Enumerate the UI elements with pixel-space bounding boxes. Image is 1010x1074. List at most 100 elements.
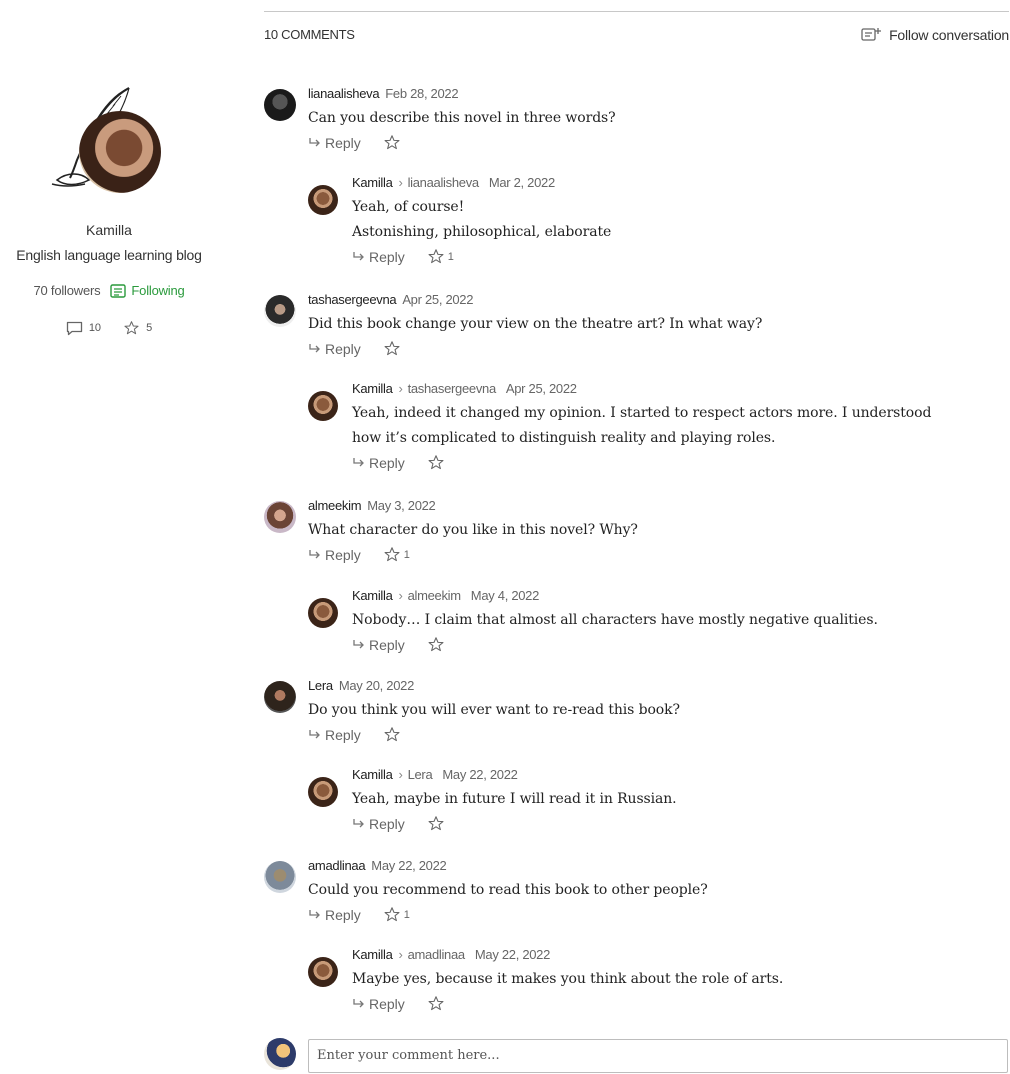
reply-button[interactable]: Reply bbox=[352, 455, 405, 471]
reply-button[interactable]: Reply bbox=[308, 907, 361, 923]
reply-arrow-icon: › bbox=[398, 381, 403, 396]
blog-sidebar: Kamilla English language learning blog 7… bbox=[0, 80, 218, 336]
comment-date[interactable]: Apr 25, 2022 bbox=[402, 292, 473, 307]
star-icon bbox=[384, 341, 400, 356]
reply-button[interactable]: Reply bbox=[308, 135, 361, 151]
reply-arrow-icon: › bbox=[398, 588, 403, 603]
reply-button[interactable]: Reply bbox=[308, 727, 361, 743]
reply-to[interactable]: Lera bbox=[408, 767, 433, 782]
comment-date[interactable]: May 22, 2022 bbox=[371, 858, 446, 873]
reply-label: Reply bbox=[369, 636, 405, 653]
comment-author[interactable]: Lera bbox=[308, 678, 333, 693]
star-count: 1 bbox=[447, 250, 454, 263]
reply-icon bbox=[353, 458, 364, 467]
reply-icon bbox=[309, 730, 320, 739]
reply-icon bbox=[309, 138, 320, 147]
reply-icon bbox=[309, 344, 320, 353]
star-button[interactable]: 1 bbox=[383, 546, 410, 563]
reply-button[interactable]: Reply bbox=[352, 816, 405, 832]
reply-label: Reply bbox=[369, 995, 405, 1012]
reply-button[interactable]: Reply bbox=[352, 637, 405, 653]
reply-to[interactable]: almeekim bbox=[408, 588, 462, 603]
avatar[interactable] bbox=[308, 777, 338, 807]
star-icon bbox=[428, 816, 444, 831]
comment-text: Did this book change your view on the th… bbox=[308, 312, 1009, 337]
star-button[interactable] bbox=[383, 134, 404, 151]
follow-conversation-label: Follow conversation bbox=[889, 27, 1009, 43]
comment-author[interactable]: amadlinaa bbox=[308, 858, 366, 873]
avatar[interactable] bbox=[308, 185, 338, 215]
comment-text: Do you think you will ever want to re-re… bbox=[308, 698, 1009, 723]
reply-icon bbox=[353, 819, 364, 828]
reply-button[interactable]: Reply bbox=[352, 249, 405, 265]
comment-author[interactable]: Kamilla bbox=[352, 175, 393, 190]
comment-date[interactable]: Feb 28, 2022 bbox=[385, 86, 458, 101]
comment-text: Can you describe this novel in three wor… bbox=[308, 106, 1009, 131]
comment-date[interactable]: May 22, 2022 bbox=[475, 947, 550, 962]
avatar[interactable] bbox=[264, 861, 296, 893]
avatar[interactable] bbox=[308, 391, 338, 421]
reply-to[interactable]: amadlinaa bbox=[408, 947, 466, 962]
comment-line: Yeah, indeed it changed my opinion. I st… bbox=[352, 405, 932, 421]
comments-count-header: 10 COMMENTS bbox=[264, 27, 355, 42]
comment-author[interactable]: tashasergeevna bbox=[308, 292, 397, 307]
comment-line: Astonishing, philosophical, elaborate bbox=[352, 224, 612, 240]
comment-text: Maybe yes, because it makes you think ab… bbox=[352, 967, 1008, 992]
reply-to[interactable]: tashasergeevna bbox=[408, 381, 497, 396]
star-button[interactable]: 1 bbox=[427, 248, 454, 265]
comment-author[interactable]: Kamilla bbox=[352, 588, 393, 603]
star-button[interactable] bbox=[383, 340, 404, 357]
avatar[interactable] bbox=[308, 598, 338, 628]
blog-avatar[interactable] bbox=[79, 111, 161, 193]
comment-author[interactable]: Kamilla bbox=[352, 947, 393, 962]
comment-input[interactable]: Enter your comment here... bbox=[308, 1039, 1008, 1073]
comment-line: Maybe yes, because it makes you think ab… bbox=[352, 971, 784, 987]
reply-button[interactable]: Reply bbox=[308, 341, 361, 357]
reply-button[interactable]: Reply bbox=[352, 996, 405, 1012]
avatar[interactable] bbox=[264, 89, 296, 121]
star-button[interactable] bbox=[427, 995, 448, 1012]
star-button[interactable] bbox=[427, 454, 448, 471]
comment-line: Can you describe this novel in three wor… bbox=[308, 110, 616, 126]
follow-conversation-button[interactable]: Follow conversation bbox=[861, 26, 1009, 44]
comment-date[interactable]: Apr 25, 2022 bbox=[506, 381, 577, 396]
avatar[interactable] bbox=[264, 295, 296, 327]
reply-button[interactable]: Reply bbox=[308, 547, 361, 563]
blog-logo[interactable] bbox=[37, 80, 177, 200]
comment-date[interactable]: May 22, 2022 bbox=[442, 767, 517, 782]
reply-label: Reply bbox=[325, 726, 361, 743]
star-button[interactable] bbox=[427, 636, 448, 653]
comment-date[interactable]: May 4, 2022 bbox=[471, 588, 540, 603]
blog-stats: 10 5 bbox=[0, 320, 218, 336]
comments-stat[interactable]: 10 bbox=[66, 320, 101, 336]
avatar[interactable] bbox=[308, 957, 338, 987]
reply-label: Reply bbox=[325, 546, 361, 563]
comment-author[interactable]: almeekim bbox=[308, 498, 362, 513]
stars-count: 5 bbox=[146, 322, 153, 334]
blog-name[interactable]: Kamilla bbox=[0, 222, 218, 238]
comment-line: Do you think you will ever want to re-re… bbox=[308, 702, 680, 718]
comment-text: Yeah, indeed it changed my opinion. I st… bbox=[352, 401, 1008, 451]
star-icon bbox=[428, 455, 444, 470]
comment-date[interactable]: Mar 2, 2022 bbox=[489, 175, 555, 190]
star-button[interactable] bbox=[383, 726, 404, 743]
comment-date[interactable]: May 3, 2022 bbox=[367, 498, 436, 513]
star-icon bbox=[428, 249, 444, 264]
comment-author[interactable]: lianaalisheva bbox=[308, 86, 380, 101]
star-button[interactable]: 1 bbox=[383, 906, 410, 923]
comment-date[interactable]: May 20, 2022 bbox=[339, 678, 414, 693]
comment-author[interactable]: Kamilla bbox=[352, 381, 393, 396]
follow-row: 70 followers Following bbox=[0, 283, 218, 298]
avatar[interactable] bbox=[264, 501, 296, 533]
reply-icon bbox=[353, 999, 364, 1008]
star-count: 1 bbox=[403, 548, 410, 561]
avatar[interactable] bbox=[264, 681, 296, 713]
star-button[interactable] bbox=[427, 815, 448, 832]
reply-label: Reply bbox=[325, 906, 361, 923]
stars-stat[interactable]: 5 bbox=[123, 320, 152, 336]
comment-author[interactable]: Kamilla bbox=[352, 767, 393, 782]
reply-to[interactable]: lianaalisheva bbox=[408, 175, 480, 190]
star-icon bbox=[384, 727, 400, 742]
following-button[interactable]: Following bbox=[110, 283, 185, 298]
current-user-avatar[interactable] bbox=[264, 1038, 296, 1070]
